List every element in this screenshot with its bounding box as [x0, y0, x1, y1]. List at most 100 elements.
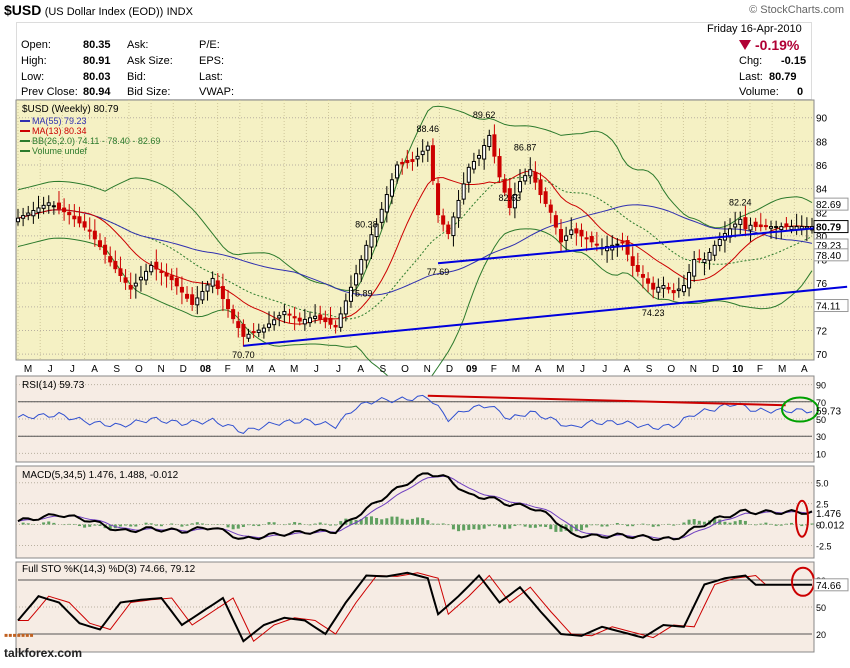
macd-histogram-bar: [585, 524, 589, 528]
macd-histogram-bar: [426, 520, 430, 525]
candle-body: [87, 229, 92, 232]
candle-body: [108, 256, 113, 263]
macd-title: MACD(5,34,5) 1.476, 1.488, -0.012: [22, 470, 179, 481]
price-annotation: 82.63: [499, 193, 522, 203]
candle-body: [231, 309, 236, 320]
candle-body: [338, 313, 343, 328]
macd-histogram-bar: [446, 524, 450, 526]
macd-histogram-bar: [252, 524, 256, 526]
x-tick-label: A: [269, 364, 276, 375]
price-y-tick-label: 86: [816, 161, 828, 172]
candle-body: [103, 244, 108, 255]
macd-histogram-bar: [257, 524, 261, 527]
candle-body: [169, 275, 174, 281]
candle-body: [292, 316, 297, 319]
macd-histogram-bar: [733, 521, 737, 525]
candle-body: [241, 323, 246, 337]
candle-body: [256, 329, 261, 333]
candle-body: [630, 256, 635, 266]
candle-body: [594, 243, 599, 246]
macd-histogram-bar: [457, 524, 461, 532]
candle-body: [185, 293, 190, 299]
candle-body: [164, 272, 169, 277]
x-tick-label: D: [180, 364, 187, 375]
macd-histogram-bar: [723, 521, 727, 525]
candle-body: [615, 243, 620, 246]
price-annotation: 80.38: [355, 219, 378, 229]
price-y-tick-label: 70: [816, 350, 828, 361]
macd-histogram-bar: [702, 521, 706, 525]
macd-histogram-bar: [539, 524, 543, 527]
macd-y-tick-label: -2.5: [816, 541, 832, 551]
macd-histogram-bar: [759, 523, 763, 525]
candle-body: [477, 155, 482, 159]
candle-body: [333, 324, 338, 328]
candle-body: [564, 235, 569, 241]
candle-body: [82, 221, 87, 228]
candle-body: [379, 208, 384, 223]
macd-histogram-bar: [738, 519, 742, 525]
macd-histogram-bar: [590, 524, 594, 526]
price-y-tick-label: 88: [816, 137, 828, 148]
price-annotation: 77.69: [427, 267, 450, 277]
macd-histogram-bar: [62, 524, 66, 526]
macd-histogram-bar: [241, 524, 245, 527]
macd-histogram-bar: [631, 524, 635, 527]
candle-body: [543, 191, 548, 204]
candle-body: [763, 225, 768, 228]
x-tick-label: A: [357, 364, 364, 375]
candle-body: [497, 156, 502, 178]
macd-histogram-bar: [416, 517, 420, 525]
candle-body: [471, 160, 476, 170]
sto-title: Full STO %K(14,3) %D(3) 74.66, 79.12: [22, 564, 196, 575]
price-annotation: 89.62: [473, 110, 496, 120]
macd-y-tick-label: 5.0: [816, 479, 829, 489]
candle-body: [343, 300, 348, 315]
macd-histogram-bar: [118, 524, 122, 527]
macd-histogram-bar: [293, 522, 297, 525]
sto-y-tick-label: 50: [816, 603, 826, 613]
candle-body: [415, 155, 420, 160]
candle-body: [159, 270, 164, 274]
price-legend-entry: BB(26,2.0) 74.11 - 78.40 - 82.69: [32, 136, 160, 146]
candle-body: [236, 321, 241, 328]
rsi-last-label: 59.73: [816, 406, 841, 417]
candle-body: [400, 161, 405, 165]
macd-histogram-bar: [441, 523, 445, 525]
candle-body: [51, 205, 56, 208]
candle-body: [528, 169, 533, 177]
macd-histogram-bar: [328, 524, 332, 526]
candle-body: [154, 261, 159, 270]
candle-body: [31, 210, 36, 217]
macd-histogram-bar: [779, 524, 783, 526]
candle-body: [441, 215, 446, 225]
x-tick-label: A: [801, 364, 808, 375]
candle-body: [666, 286, 671, 290]
macd-histogram-bar: [159, 524, 163, 527]
candle-body: [210, 277, 215, 287]
x-tick-label: M: [556, 364, 564, 375]
macd-histogram-bar: [231, 524, 235, 530]
candle-body: [384, 194, 389, 213]
rsi-y-tick-label: 90: [816, 381, 826, 391]
macd-histogram-bar: [482, 524, 486, 529]
macd-histogram-bar: [692, 519, 696, 525]
candle-body: [671, 290, 676, 294]
candle-body: [712, 244, 717, 256]
macd-histogram-bar: [605, 524, 609, 527]
candle-body: [200, 290, 205, 301]
macd-histogram-bar: [728, 522, 732, 525]
x-tick-label: M: [24, 364, 32, 375]
macd-histogram-bar: [784, 523, 788, 525]
candle-body: [113, 260, 118, 270]
macd-histogram-bar: [93, 524, 97, 526]
candle-body: [138, 276, 143, 281]
candle-body: [420, 150, 425, 156]
price-legend-entry: Volume undef: [32, 146, 88, 156]
macd-histogram-bar: [513, 524, 517, 527]
candle-body: [569, 229, 574, 236]
x-tick-label: M: [778, 364, 786, 375]
macd-histogram-bar: [579, 524, 583, 531]
macd-histogram-bar: [200, 523, 204, 525]
x-tick-label: M: [246, 364, 254, 375]
